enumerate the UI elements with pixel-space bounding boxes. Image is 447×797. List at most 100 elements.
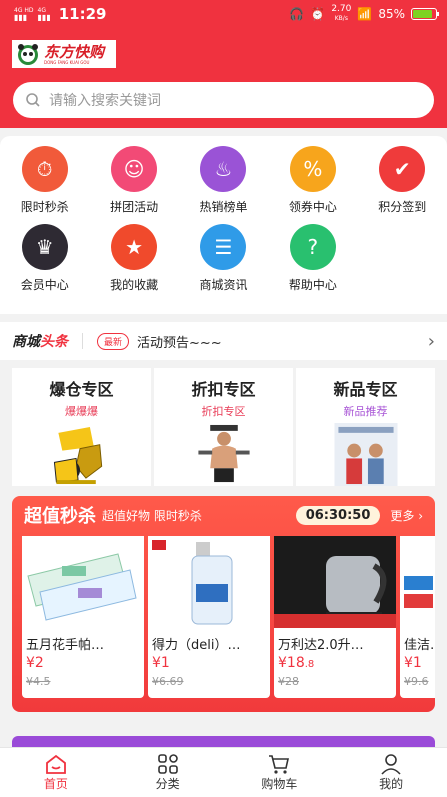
logo-en: DONG FANG KUAI GOU (44, 59, 90, 65)
menu-item-label: 限时秒杀 (20, 200, 69, 214)
flash-sale-subtitle: 超值好物 限时秒杀 (102, 508, 202, 523)
hot-list-icon: ♨ (200, 146, 247, 192)
category-icon (157, 754, 178, 774)
more-link[interactable]: 更多 › (390, 507, 423, 524)
new-arrivals-image (334, 423, 397, 486)
zone-discount[interactable]: 折扣专区 折扣专区 (154, 368, 293, 486)
product-original-price: ¥4.5 (26, 675, 51, 688)
flash-sale-icon: ⏱ (21, 146, 68, 192)
news-brand-b: 头条 (40, 334, 68, 350)
battery-icon (411, 8, 439, 20)
zone-subtitle: 折扣专区 (201, 405, 246, 418)
flash-sale-section: 超值秒杀 超值好物 限时秒杀 06:30:50 更多 › 五月花手帕… ¥2 ¥… (12, 496, 435, 712)
product-price: ¥1 (152, 655, 170, 671)
menu-item-hot-list[interactable]: ♨ 热销榜单 (179, 146, 268, 224)
speed-unit: KB/s (334, 15, 348, 22)
product-card[interactable]: 佳洁… ¥1 ¥9.6 (400, 536, 435, 698)
menu-item-news[interactable]: ☰ 商城资讯 (179, 224, 268, 302)
product-price: ¥1 (404, 655, 422, 671)
menu-item-label: 热销榜单 (199, 200, 248, 214)
coupon-icon: % (289, 146, 336, 192)
function-menu: ⏱ 限时秒杀 ☺ 拼团活动 ♨ 热销榜单% 领券中心 ✔ 积分签到 ♛ 会员中心 ★ 我的收藏 ☰ 商城资讯… (0, 136, 447, 314)
tab-cart[interactable]: 购物车 (224, 748, 336, 797)
news-badge: 最新 (97, 332, 130, 350)
news-bar[interactable]: 商城头条 最新 活动预告~~~ › (0, 322, 447, 360)
news-brand: 商城头条 (12, 331, 68, 351)
help-icon: ? (289, 224, 336, 270)
zone-subtitle: 爆爆爆 (65, 405, 98, 418)
panda-icon (18, 44, 38, 65)
product-name: 得力（deli）… (152, 638, 241, 653)
product-original-price: ¥6.69 (152, 675, 184, 688)
product-card[interactable]: 万利达2.0升… ¥18.8 ¥28 (274, 536, 396, 698)
search-icon (26, 93, 40, 107)
points-checkin-icon: ✔ (379, 146, 426, 192)
menu-item-favorite-star[interactable]: ★ 我的收藏 (89, 224, 178, 302)
cart-icon (269, 755, 290, 774)
tab-profile[interactable]: 我的 (335, 748, 447, 797)
countdown-timer: 06:30:50 (295, 505, 381, 525)
logo-cn: 东方快购 (44, 42, 105, 61)
news-icon: ☰ (200, 224, 247, 270)
product-name: 佳洁… (404, 638, 435, 653)
menu-item-label: 我的收藏 (110, 278, 159, 292)
battery-percent: 85% (378, 7, 405, 21)
kettle-product-image (274, 536, 396, 628)
promo-zones: 爆仓专区 爆爆爆 折扣专区 折扣专区 新品专区 新品推荐 (12, 368, 435, 486)
product-card[interactable]: 五月花手帕… ¥2 ¥4.5 (22, 536, 144, 698)
menu-item-label: 领券中心 (288, 200, 337, 214)
product-name: 五月花手帕… (26, 638, 105, 653)
menu-item-member-crown[interactable]: ♛ 会员中心 (0, 224, 89, 302)
menu-item-flash-sale[interactable]: ⏱ 限时秒杀 (0, 146, 89, 224)
speed-value: 2.70 (331, 4, 352, 14)
news-headline[interactable]: 活动预告~~~ (137, 332, 222, 351)
menu-item-label: 会员中心 (20, 278, 69, 292)
zone-title: 爆仓专区 (49, 380, 114, 399)
product-original-price: ¥9.6 (404, 675, 429, 688)
zone-new[interactable]: 新品专区 新品推荐 (296, 368, 435, 486)
group-buy-icon: ☺ (111, 146, 158, 192)
menu-item-label: 积分签到 (378, 200, 427, 214)
chevron-right-icon[interactable]: › (428, 331, 435, 352)
menu-item-label: 商城资讯 (199, 278, 248, 292)
signal-indicator-2: 4G ▮▮▮ (37, 7, 51, 22)
signal-indicator: 4G HD ▮▮▮ (14, 7, 34, 22)
member-crown-icon: ♛ (21, 224, 68, 270)
search-bar[interactable]: 请输入搜索关键词 (13, 82, 434, 118)
tab-label: 购物车 (261, 777, 298, 791)
zone-title: 新品专区 (333, 380, 398, 399)
menu-item-group-buy[interactable]: ☺ 拼团活动 (89, 146, 178, 224)
divider (82, 333, 83, 349)
product-price: ¥2 (26, 655, 44, 671)
tab-home[interactable]: 首页 (0, 748, 112, 797)
flash-sale-title: 超值秒杀 (24, 506, 96, 527)
menu-item-points-checkin[interactable]: ✔ 积分签到 (358, 146, 447, 224)
profile-icon (381, 754, 401, 775)
product-card[interactable]: 得力（deli）… ¥1 ¥6.69 (148, 536, 270, 698)
menu-item-help[interactable]: ? 帮助中心 (268, 224, 357, 302)
toothpaste-product-image (400, 536, 435, 628)
price-integer: ¥18 (278, 655, 305, 671)
tab-category[interactable]: 分类 (112, 748, 224, 797)
tab-label: 我的 (379, 777, 404, 791)
app-logo[interactable]: 东方快购 DONG FANG KUAI GOU (12, 40, 116, 68)
status-bar: 4G HD ▮▮▮ 4G ▮▮▮ 11:29 🎧 ⏰ 2.70 KB/s 📶 85% (0, 0, 447, 28)
headphone-icon: 🎧 (289, 7, 305, 21)
zone-title: 折扣专区 (191, 380, 256, 399)
menu-item-coupon[interactable]: % 领券中心 (268, 146, 357, 224)
menu-item-label: 拼团活动 (110, 200, 159, 214)
sanitizer-product-image (148, 536, 270, 628)
status-time: 11:29 (58, 5, 107, 23)
product-price: ¥18.8 (274, 653, 396, 671)
battery-fill (413, 10, 432, 18)
news-brand-a: 商城 (12, 334, 40, 350)
zone-clearance[interactable]: 爆仓专区 爆爆爆 (12, 368, 151, 486)
tab-label: 分类 (155, 777, 180, 791)
discount-image (192, 423, 255, 486)
search-input[interactable]: 请输入搜索关键词 (49, 90, 161, 110)
bottom-tab-bar: 首页 分类 购物车 我的 (0, 747, 447, 797)
favorite-star-icon: ★ (111, 224, 158, 270)
wifi-icon: 📶 (357, 7, 373, 21)
tab-label: 首页 (43, 777, 68, 791)
app-header: 4G HD ▮▮▮ 4G ▮▮▮ 11:29 🎧 ⏰ 2.70 KB/s 📶 85% … (0, 0, 447, 128)
